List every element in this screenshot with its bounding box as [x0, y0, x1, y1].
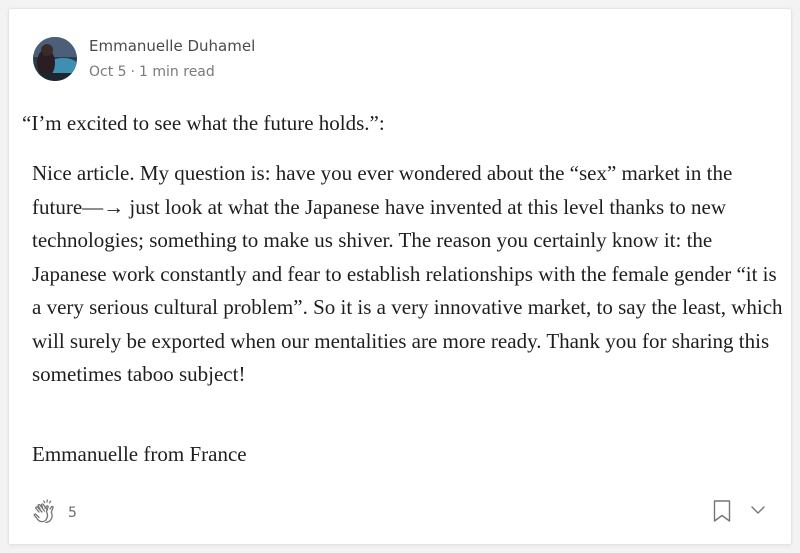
response-card: Emmanuelle Duhamel Oct 5 · 1 min read “I’m… [8, 8, 792, 545]
meta-separator: · [130, 64, 136, 80]
quoted-highlight[interactable]: “I’m excited to see what the future hold… [22, 111, 385, 136]
author-avatar[interactable] [33, 37, 77, 81]
read-time: 1 min read [139, 64, 215, 80]
author-name[interactable]: Emmanuelle Duhamel [89, 37, 255, 55]
clap-count: 5 [68, 505, 77, 521]
clap-icon[interactable] [31, 498, 61, 528]
response-body: Nice article. My question is: have you e… [32, 161, 783, 386]
bookmark-icon[interactable] [710, 498, 734, 524]
post-date[interactable]: Oct 5 [89, 64, 127, 80]
post-meta: Oct 5 · 1 min read [89, 64, 215, 80]
response-signoff: Emmanuelle from France [32, 442, 247, 466]
chevron-down-icon[interactable] [749, 501, 767, 519]
